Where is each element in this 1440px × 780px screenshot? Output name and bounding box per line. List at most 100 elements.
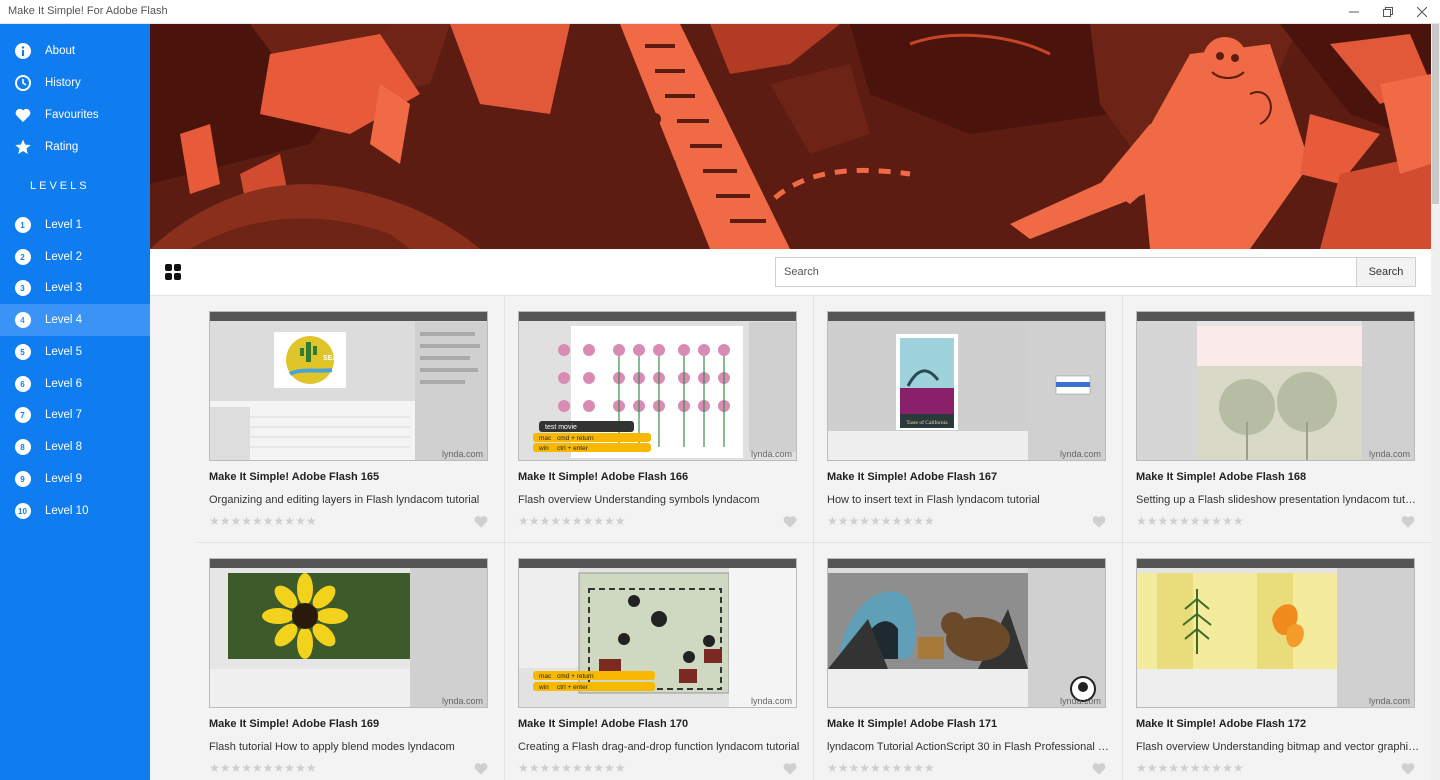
video-thumbnail[interactable]: Taste of California lynda.com xyxy=(827,311,1106,461)
video-card[interactable]: SEA lynda.com Make It Simple! Adobe Flas… xyxy=(196,296,505,543)
favourite-heart-icon[interactable] xyxy=(783,762,797,775)
rating-stars[interactable]: ★★★★★★★★★★ xyxy=(209,514,317,528)
sidebar-item-level-3[interactable]: 3 Level 3 xyxy=(0,272,150,304)
video-title: Make It Simple! Adobe Flash 171 xyxy=(827,718,998,730)
sidebar-item-level-7[interactable]: 7 Level 7 xyxy=(0,399,150,431)
sidebar-item-label: History xyxy=(45,77,81,89)
sidebar-item-label: Favourites xyxy=(45,109,99,121)
sidebar-item-label: Level 4 xyxy=(45,314,83,326)
video-card[interactable]: lynda.com Make It Simple! Adobe Flash 16… xyxy=(196,543,505,780)
rating-stars[interactable]: ★★★★★★★★★★ xyxy=(1136,514,1244,528)
level-number-icon: 7 xyxy=(14,407,31,423)
rating-stars[interactable]: ★★★★★★★★★★ xyxy=(209,761,317,775)
favourite-heart-icon[interactable] xyxy=(1401,515,1415,528)
sidebar-item-history[interactable]: History xyxy=(0,67,150,99)
sidebar-item-label: Level 7 xyxy=(45,409,83,421)
thumbnail-image xyxy=(210,559,487,707)
title-bar: Make It Simple! For Adobe Flash xyxy=(0,0,1440,24)
watermark-text: lynda.com xyxy=(1059,449,1101,459)
maximize-button[interactable] xyxy=(1371,0,1405,24)
watermark-text: lynda.com xyxy=(441,696,483,706)
video-thumbnail[interactable]: SEA lynda.com xyxy=(209,311,488,461)
rating-stars[interactable]: ★★★★★★★★★★ xyxy=(1136,761,1244,775)
favourite-heart-icon[interactable] xyxy=(783,515,797,528)
favourite-heart-icon[interactable] xyxy=(1092,762,1106,775)
level-number-icon: 1 xyxy=(14,217,31,233)
watermark-text: lynda.com xyxy=(1368,696,1410,706)
minimize-icon xyxy=(1349,11,1359,13)
rating-stars[interactable]: ★★★★★★★★★★ xyxy=(518,761,626,775)
rating-stars[interactable]: ★★★★★★★★★★ xyxy=(827,514,935,528)
favourite-heart-icon[interactable] xyxy=(474,762,488,775)
close-button[interactable] xyxy=(1405,0,1439,24)
sidebar-item-label: Level 9 xyxy=(45,473,83,485)
video-description: Setting up a Flash slideshow presentatio… xyxy=(1136,494,1421,506)
sidebar-item-level-1[interactable]: 1 Level 1 xyxy=(0,209,150,241)
rating-stars[interactable]: ★★★★★★★★★★ xyxy=(827,761,935,775)
sidebar-item-label: Level 6 xyxy=(45,378,83,390)
window-title: Make It Simple! For Adobe Flash xyxy=(8,5,168,17)
sidebar-item-level-6[interactable]: 6 Level 6 xyxy=(0,368,150,400)
thumbnail-text: win xyxy=(538,445,549,452)
video-thumbnail[interactable]: lynda.com xyxy=(209,558,488,708)
thumbnail-text: SEA xyxy=(323,355,337,362)
video-grid: SEA lynda.com Make It Simple! Adobe Flas… xyxy=(150,296,1431,780)
level-number-icon: 3 xyxy=(14,280,31,296)
level-number-icon: 5 xyxy=(14,344,31,360)
sidebar-item-level-9[interactable]: 9 Level 9 xyxy=(0,463,150,495)
video-thumbnail[interactable]: lynda.com xyxy=(1136,558,1415,708)
search-button[interactable]: Search xyxy=(1356,257,1416,287)
level-number-icon: 4 xyxy=(14,312,31,328)
thumbnail-image xyxy=(828,559,1105,707)
thumbnail-text: mac xyxy=(539,673,552,680)
watermark-text: lynda.com xyxy=(1368,449,1410,459)
thumbnail-text: ctrl + enter xyxy=(557,445,589,452)
level-number-icon: 6 xyxy=(14,376,31,392)
video-thumbnail[interactable]: test movie mac cmd + return win ctrl + e… xyxy=(518,311,797,461)
sidebar-item-level-2[interactable]: 2 Level 2 xyxy=(0,241,150,273)
video-card[interactable]: mac cmd + return win ctrl + enter lynda.… xyxy=(505,543,814,780)
minimize-button[interactable] xyxy=(1337,0,1371,24)
video-card[interactable]: lynda.com Make It Simple! Adobe Flash 16… xyxy=(1123,296,1431,543)
sidebar-item-level-4[interactable]: 4 Level 4 xyxy=(0,304,150,336)
video-card[interactable]: Taste of California lynda.com Make It Si… xyxy=(814,296,1123,543)
favourite-heart-icon[interactable] xyxy=(1092,515,1106,528)
scrollbar-thumb[interactable] xyxy=(1432,24,1439,204)
thumbnail-text: Taste of California xyxy=(906,419,948,426)
thumbnail-image: mac cmd + return win ctrl + enter xyxy=(519,559,796,707)
info-icon xyxy=(14,43,31,60)
thumbnail-image xyxy=(1137,312,1414,460)
sidebar-item-about[interactable]: About xyxy=(0,35,150,67)
thumbnail-image xyxy=(1137,559,1414,707)
thumbnail-text: cmd + return xyxy=(557,435,594,442)
vertical-scrollbar[interactable] xyxy=(1431,24,1440,780)
video-card[interactable]: test movie mac cmd + return win ctrl + e… xyxy=(505,296,814,543)
watermark-text: lynda.com xyxy=(441,449,483,459)
watermark-text: lynda.com xyxy=(1059,696,1101,706)
favourite-heart-icon[interactable] xyxy=(1401,762,1415,775)
sidebar-item-label: Level 2 xyxy=(45,251,83,263)
video-card[interactable]: lynda.com Make It Simple! Adobe Flash 17… xyxy=(1123,543,1431,780)
thumbnail-image: Taste of California xyxy=(828,312,1105,460)
video-description: Creating a Flash drag-and-drop function … xyxy=(518,741,800,753)
video-thumbnail[interactable]: lynda.com xyxy=(827,558,1106,708)
video-title: Make It Simple! Adobe Flash 166 xyxy=(518,471,689,483)
sidebar-item-favourites[interactable]: Favourites xyxy=(0,99,150,131)
video-thumbnail[interactable]: lynda.com xyxy=(1136,311,1415,461)
video-thumbnail[interactable]: mac cmd + return win ctrl + enter lynda.… xyxy=(518,558,797,708)
video-title: Make It Simple! Adobe Flash 168 xyxy=(1136,471,1307,483)
search-input[interactable] xyxy=(775,257,1357,287)
sidebar-item-level-8[interactable]: 8 Level 8 xyxy=(0,431,150,463)
level-number-icon: 10 xyxy=(14,503,31,519)
video-card[interactable]: lynda.com Make It Simple! Adobe Flash 17… xyxy=(814,543,1123,780)
favourite-heart-icon[interactable] xyxy=(474,515,488,528)
watermark-text: lynda.com xyxy=(750,696,792,706)
heart-icon xyxy=(14,107,31,124)
sidebar-item-rating[interactable]: Rating xyxy=(0,131,150,163)
sidebar-item-level-10[interactable]: 10 Level 10 xyxy=(0,495,150,527)
sidebar-item-level-5[interactable]: 5 Level 5 xyxy=(0,336,150,368)
rating-stars[interactable]: ★★★★★★★★★★ xyxy=(518,514,626,528)
sidebar-item-label: Level 10 xyxy=(45,505,89,517)
grid-view-icon[interactable] xyxy=(165,264,181,280)
video-description: How to insert text in Flash lyndacom tut… xyxy=(827,494,1040,506)
